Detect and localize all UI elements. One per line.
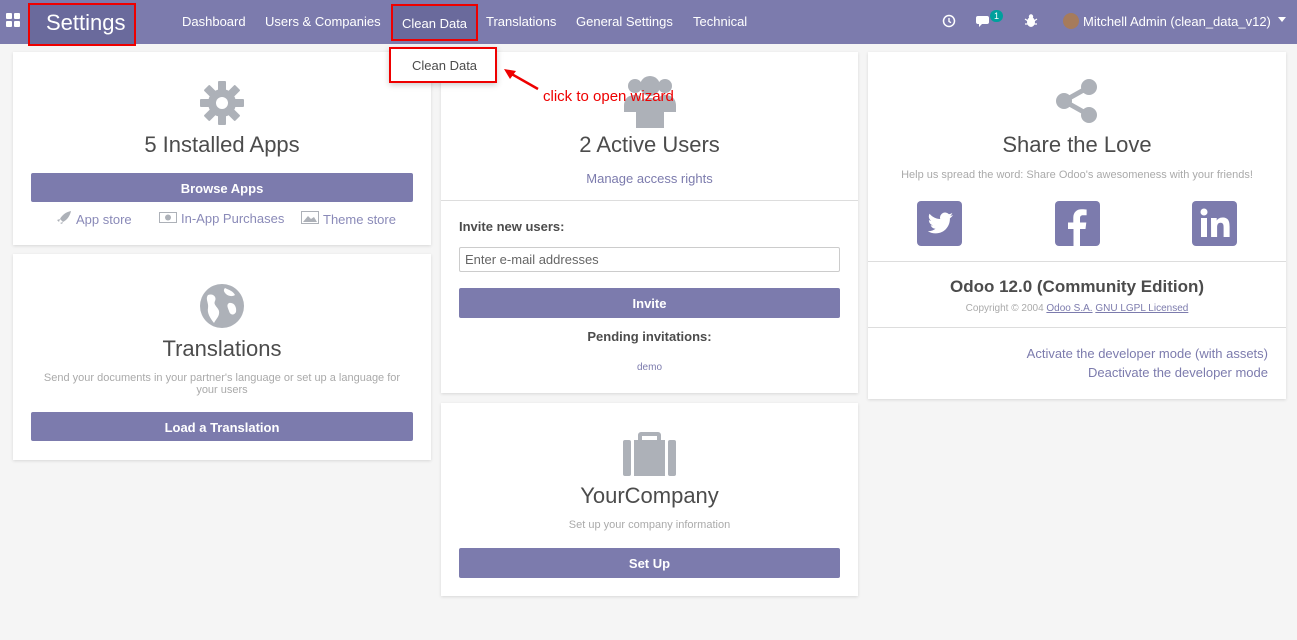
menu-users-companies[interactable]: Users & Companies [265,14,381,29]
divider [868,327,1286,328]
top-navbar: Settings Dashboard Users & Companies Cle… [0,0,1297,46]
load-translation-button[interactable]: Load a Translation [31,412,413,441]
odoo-sa-link[interactable]: Odoo S.A. [1046,303,1092,314]
deactivate-dev-mode-link[interactable]: Deactivate the developer mode [1088,365,1268,380]
browse-apps-button[interactable]: Browse Apps [31,173,413,202]
annotation-arrow-icon [504,69,539,91]
pending-invitations-label: Pending invitations: [587,329,712,344]
company-card: YourCompany Set up your company informat… [441,403,858,596]
translations-title: Translations [162,336,282,361]
share-card: Share the Love Help us spread the word: … [868,52,1286,399]
in-app-purchases-link[interactable]: In-App Purchases [159,211,284,226]
share-subtitle: Help us spread the word: Share Odoo's aw… [901,169,1253,181]
email-input[interactable] [459,247,840,272]
company-subtitle: Set up your company information [568,519,731,531]
debug-bug-icon[interactable] [1024,13,1038,28]
copyright-line: Copyright © 2004 Odoo S.A. GNU LGPL Lice… [868,303,1286,314]
globe-icon [200,284,244,328]
menu-technical[interactable]: Technical [693,14,747,29]
activity-clock-icon[interactable] [942,14,956,28]
chat-count-badge: 1 [990,10,1004,22]
rocket-icon [57,211,71,224]
theme-store-link[interactable]: Theme store [301,211,396,227]
twitter-icon [927,212,953,234]
facebook-button[interactable] [1055,201,1100,246]
license-link[interactable]: GNU LGPL Licensed [1095,303,1188,314]
edition-label: Odoo 12.0 (Community Edition) [949,277,1205,296]
active-users-title: 2 Active Users [579,132,720,157]
picture-icon [301,211,319,224]
translations-subtitle: Send your documents in your partner's la… [43,372,401,396]
menu-general-settings[interactable]: General Settings [576,14,673,29]
menu-translations[interactable]: Translations [486,14,556,29]
twitter-button[interactable] [917,201,962,246]
menu-dashboard[interactable]: Dashboard [182,14,246,29]
translations-card: Translations Send your documents in your… [13,254,431,460]
apps-menu-icon[interactable] [6,13,20,27]
app-store-link[interactable]: App store [57,211,132,227]
share-icon [1056,79,1097,123]
installed-apps-title: 5 Installed Apps [144,132,300,157]
company-title: YourCompany [580,483,719,508]
app-brand[interactable]: Settings [28,3,136,46]
pending-invitation-item[interactable]: demo [441,362,858,373]
linkedin-button[interactable] [1192,201,1237,246]
installed-apps-card: 5 Installed Apps Browse Apps App store I… [13,52,431,245]
gear-icon [200,81,244,125]
copyright-text: Copyright © 2004 [965,303,1044,314]
caret-down-icon[interactable] [1278,17,1286,23]
menu-clean-data[interactable]: Clean Data [391,4,479,41]
user-avatar[interactable] [1063,13,1079,29]
dropdown-item-clean-data[interactable]: Clean Data [389,47,497,83]
money-icon [159,212,177,223]
annotation-text: click to open wizard [543,88,674,105]
activate-dev-mode-assets-link[interactable]: Activate the developer mode (with assets… [1027,346,1268,361]
divider [868,261,1286,262]
facebook-icon [1068,209,1087,246]
set-up-button[interactable]: Set Up [459,548,840,578]
invite-button[interactable]: Invite [459,288,840,318]
briefcase-icon [623,432,676,476]
user-menu[interactable]: Mitchell Admin (clean_data_v12) [1083,14,1271,29]
manage-access-rights-link[interactable]: Manage access rights [441,171,858,186]
linkedin-icon [1200,208,1230,237]
share-title: Share the Love [1002,132,1152,157]
